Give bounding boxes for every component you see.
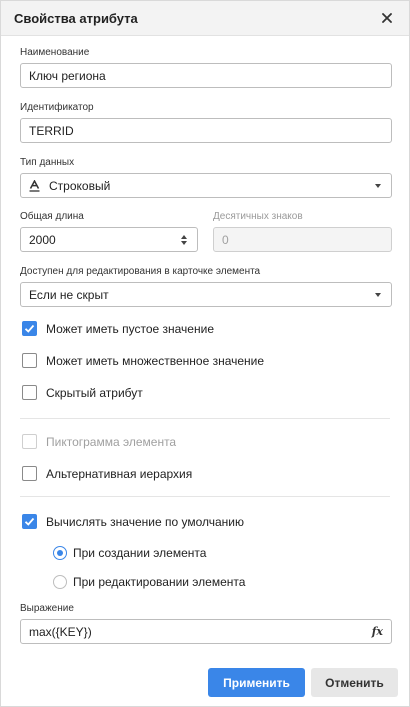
allow-multiple-label: Может иметь множественное значение	[46, 354, 265, 368]
chevron-down-icon	[375, 183, 381, 188]
function-icon[interactable]: fx	[372, 625, 383, 638]
hidden-attribute-checkbox[interactable]	[22, 385, 37, 400]
close-icon[interactable]	[379, 10, 395, 26]
on-edit-label: При редактировании элемента	[73, 575, 246, 589]
compute-default-checkbox[interactable]	[22, 514, 37, 529]
name-label: Наименование	[20, 47, 90, 58]
identifier-value: TERRID	[29, 123, 74, 138]
checkmark-icon	[24, 324, 35, 333]
apply-button[interactable]: Применить	[208, 668, 305, 697]
dialog-header: Свойства атрибута	[1, 1, 409, 36]
divider	[20, 496, 390, 497]
on-create-radio[interactable]	[53, 546, 67, 560]
allow-empty-checkbox[interactable]	[22, 321, 37, 336]
on-create-label: При создании элемента	[73, 546, 207, 560]
editable-label: Доступен для редактирования в карточке э…	[20, 266, 261, 277]
element-icon-checkbox	[22, 434, 37, 449]
total-length-label: Общая длина	[20, 211, 84, 222]
spinner-icon[interactable]	[181, 234, 187, 245]
expression-value: max({KEY})	[29, 624, 92, 639]
data-type-select[interactable]: Строковый	[20, 173, 392, 198]
allow-multiple-checkbox[interactable]	[22, 353, 37, 368]
decimals-value: 0	[222, 232, 229, 247]
data-type-label: Тип данных	[20, 157, 75, 168]
total-length-value: 2000	[29, 232, 56, 247]
name-input[interactable]: Ключ региона	[20, 63, 392, 88]
allow-empty-label: Может иметь пустое значение	[46, 322, 214, 336]
identifier-input[interactable]: TERRID	[20, 118, 392, 143]
total-length-stepper[interactable]: 2000	[20, 227, 198, 252]
on-edit-radio[interactable]	[53, 575, 67, 589]
expression-input[interactable]: max({KEY}) fx	[20, 619, 392, 644]
element-icon-label: Пиктограмма элемента	[46, 435, 177, 449]
decimals-input: 0	[213, 227, 392, 252]
attribute-properties-dialog: Свойства атрибута Наименование Ключ реги…	[0, 0, 410, 707]
checkmark-icon	[24, 517, 35, 526]
compute-default-label: Вычислять значение по умолчанию	[46, 515, 244, 529]
dialog-title: Свойства атрибута	[14, 10, 138, 26]
expression-label: Выражение	[20, 603, 74, 614]
hidden-attribute-label: Скрытый атрибут	[46, 386, 143, 400]
string-type-icon	[29, 179, 43, 192]
data-type-value: Строковый	[49, 178, 111, 193]
alt-hierarchy-checkbox[interactable]	[22, 466, 37, 481]
divider	[20, 418, 390, 419]
name-value: Ключ региона	[29, 68, 106, 83]
editable-select[interactable]: Если не скрыт	[20, 282, 392, 307]
editable-value: Если не скрыт	[29, 287, 109, 302]
chevron-down-icon	[375, 292, 381, 297]
identifier-label: Идентификатор	[20, 102, 94, 113]
cancel-button[interactable]: Отменить	[311, 668, 398, 697]
decimals-label: Десятичных знаков	[213, 211, 303, 222]
alt-hierarchy-label: Альтернативная иерархия	[46, 467, 193, 481]
